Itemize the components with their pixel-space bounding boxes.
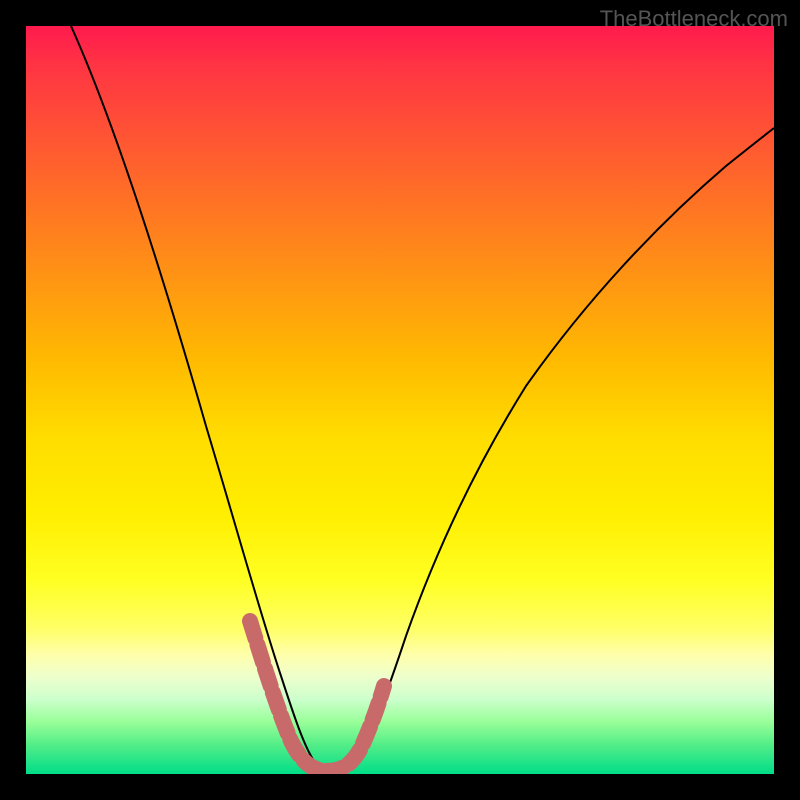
bottleneck-curve-line [71,26,774,770]
chart-svg [26,26,774,774]
chart-plot-area [26,26,774,774]
watermark-text: TheBottleneck.com [600,6,788,32]
